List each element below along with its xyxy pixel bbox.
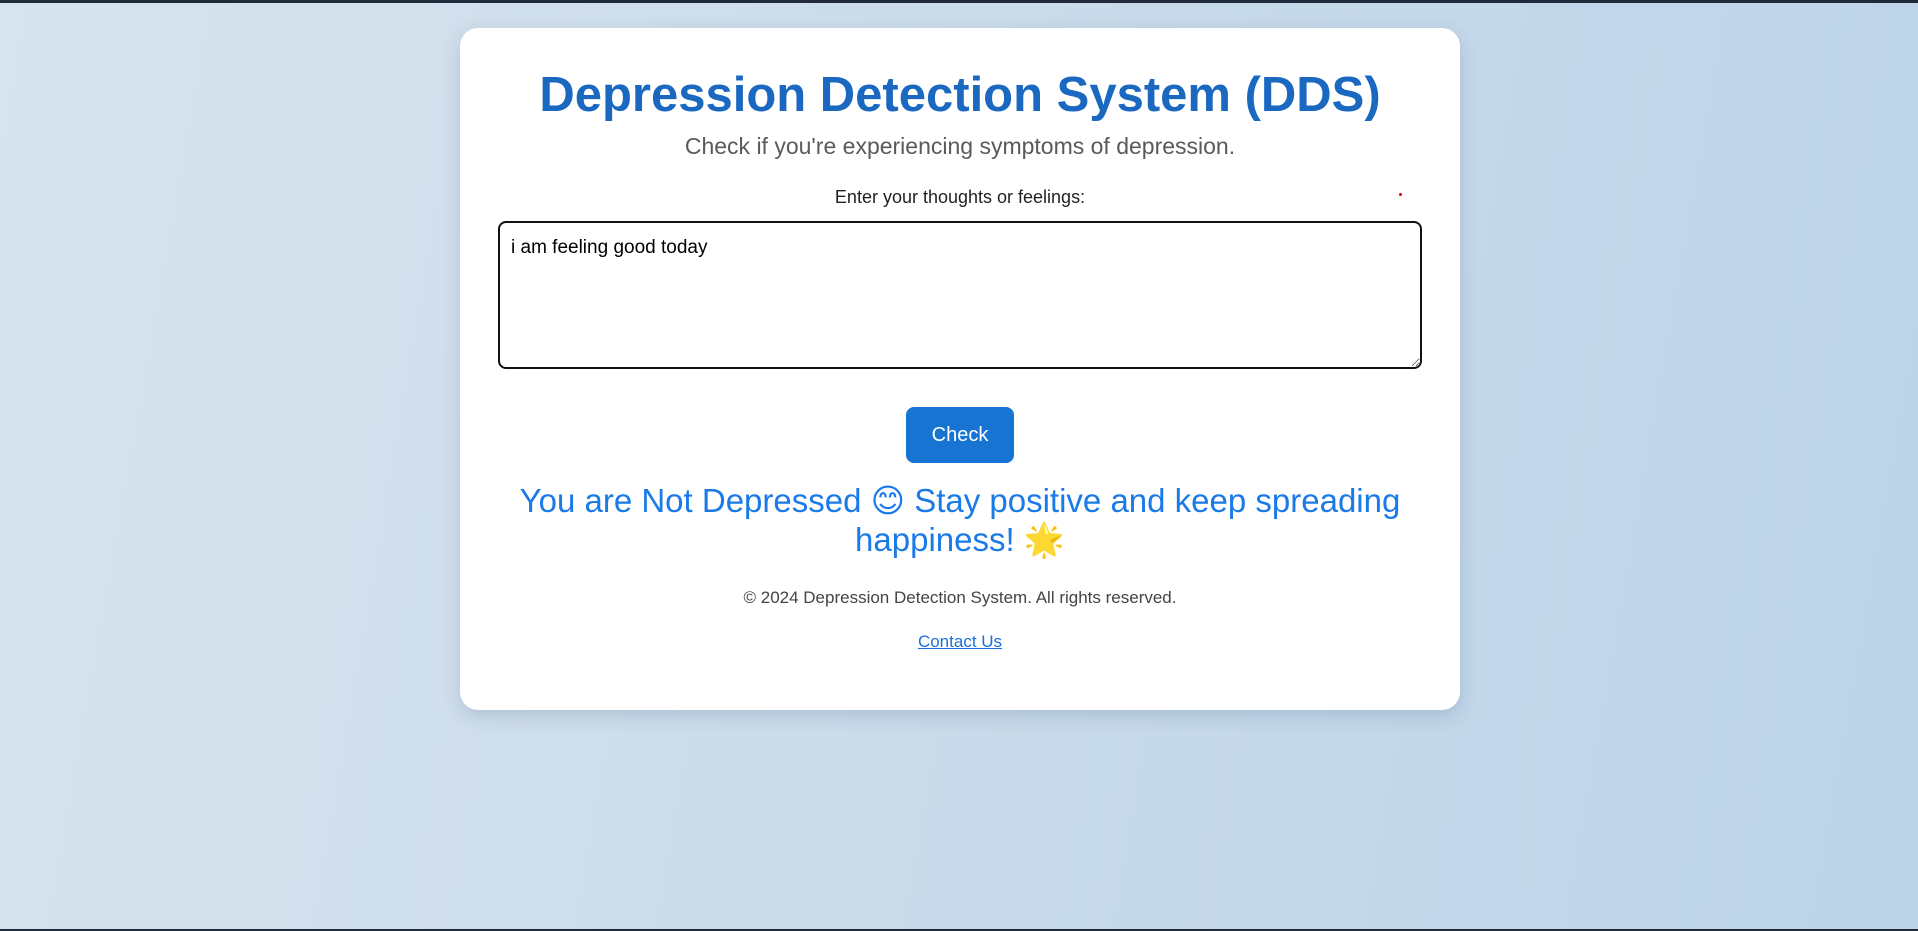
thoughts-label: Enter your thoughts or feelings:	[834, 187, 1086, 207]
result-message: You are Not Depressed 😊 Stay positive an…	[519, 482, 1401, 558]
contact-us-link[interactable]: Contact Us	[918, 632, 1002, 651]
window-top-border	[0, 0, 1918, 3]
page-subtitle: Check if you're experiencing symptoms of…	[684, 133, 1236, 159]
main-card: Depression Detection System (DDS) Check …	[460, 28, 1460, 710]
footer-contact: Contact Us	[460, 631, 1460, 653]
footer-copyright: © 2024 Depression Detection System. All …	[743, 588, 1177, 607]
required-dot	[1399, 193, 1402, 196]
thoughts-textarea[interactable]: i am feeling good today	[498, 221, 1422, 369]
page-title: Depression Detection System (DDS)	[539, 68, 1381, 122]
check-button[interactable]: Check	[906, 407, 1014, 463]
